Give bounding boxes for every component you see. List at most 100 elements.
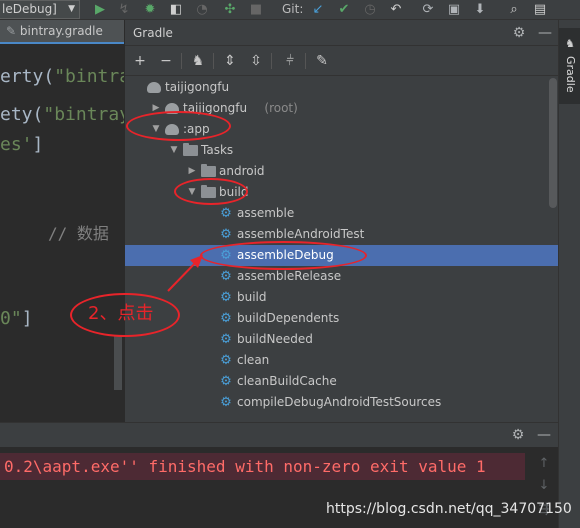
code-string: "bintray [43,104,131,125]
tree-row-label: buildDependents [237,311,340,325]
code-string: "bintra [54,66,131,87]
toolbar-separator [213,53,214,69]
tree-row-label: buildNeeded [237,332,313,346]
gradle-stripe-label: Gradle [564,56,577,93]
folder-icon [183,143,198,156]
tree-row-label: taijigongfu [165,80,230,94]
code-text: ] [21,308,33,329]
task-gear-icon: ⚙ [220,269,232,284]
code-line: ety("bintray [0,104,130,125]
remove-icon[interactable]: − [157,53,175,69]
history-icon[interactable]: ◷ [362,1,378,18]
toolbar-separator [271,53,272,69]
task-gear-icon: ⚙ [220,206,232,221]
gradle-scrollbar[interactable] [549,78,557,208]
tree-row[interactable]: ⚙ cleanBuildCache [125,371,559,392]
next-icon[interactable]: ↓ [536,477,552,495]
tree-row-suffix: (root) [264,101,298,115]
run-configuration-dropdown[interactable]: leDebug] ▼ [0,0,80,19]
editor-tab-label: bintray.gradle [19,24,103,38]
chevron-down-icon: ▼ [68,4,75,14]
code-line: 0"] [0,308,33,329]
git-commit-icon[interactable]: ✔ [336,1,352,18]
code-text: ] [32,134,44,155]
execute-task-icon[interactable]: ♞ [189,53,207,69]
tree-row[interactable]: ▶ android [125,161,559,182]
tree-row-label: cleanBuildCache [237,374,337,388]
run-configuration-label: leDebug] [2,2,57,16]
gear-icon[interactable]: ⚙ [510,426,526,444]
right-tool-stripe: ♞ Gradle [558,20,580,528]
tree-row-label: build [237,290,267,304]
tree-row[interactable]: taijigongfu [125,77,559,98]
chevron-down-icon[interactable]: ▼ [169,140,179,161]
annotation-circle-assembledebug [200,241,367,270]
avd-manager-icon[interactable]: ▣ [446,1,462,18]
tree-row-label: clean [237,353,270,367]
build-variants-icon[interactable]: ✣ [222,1,238,18]
code-comment: // 数据 [48,224,109,243]
tree-row[interactable]: ⚙ buildDependents [125,308,559,329]
task-gear-icon: ⚙ [220,227,232,242]
tree-row[interactable]: ⚙ compileDebugAndroidTestSources [125,392,559,413]
expand-all-icon[interactable]: ⇕ [221,53,239,69]
editor-tab[interactable]: ✎ bintray.gradle [0,20,124,44]
build-panel-header: ⚙ — [0,423,558,447]
coverage-icon[interactable]: ◧ [168,1,184,18]
gradle-elephant-icon [147,82,161,93]
gradle-tool-window-button[interactable]: ♞ Gradle [559,28,580,104]
tree-row[interactable]: ▼ Tasks [125,140,559,161]
run-icon[interactable]: ▶ [92,1,108,18]
code-line: erty("bintra [0,66,130,87]
rollback-icon[interactable]: ↶ [388,1,404,18]
annotation-circle-app [126,111,231,141]
sdk-manager-icon[interactable]: ⬇ [472,1,488,18]
search-icon[interactable]: ⌕ [506,1,522,18]
tree-row-label: compileDebugAndroidTestSources [237,395,442,409]
toolbar-separator [181,53,182,69]
stop-icon[interactable]: ■ [248,1,264,18]
task-gear-icon: ⚙ [220,374,232,389]
add-icon[interactable]: + [131,53,149,69]
task-gear-icon: ⚙ [220,332,232,347]
tree-row[interactable]: ⚙ assemble [125,203,559,224]
editor-scrollbar[interactable] [114,335,122,390]
git-label: Git: [282,2,304,16]
project-structure-icon[interactable]: ▤ [532,1,548,18]
task-gear-icon: ⚙ [220,311,232,326]
task-gear-icon: ⚙ [220,353,232,368]
task-gear-icon: ⚙ [220,290,232,305]
task-gear-icon: ⚙ [220,395,232,410]
annotation-circle-build [174,178,248,205]
tree-row[interactable]: ⚙ buildNeeded [125,329,559,350]
hide-icon[interactable]: — [537,24,553,42]
code-editor[interactable]: ✎ bintray.gradle erty("bintra ety("bintr… [0,20,130,420]
profile-icon[interactable]: ◔ [194,1,210,18]
build-error-message[interactable]: 0.2\aapt.exe'' finished with non-zero ex… [0,453,525,480]
code-string: es' [0,134,33,155]
collapse-all-icon[interactable]: ⇳ [247,53,265,69]
gradle-panel-title: Gradle [133,26,173,40]
watermark: https://blog.csdn.net/qq_34707150 [326,501,572,517]
attach-debugger-icon[interactable]: ↯ [116,1,132,18]
gradle-elephant-icon: ♞ [565,37,575,50]
tree-row[interactable]: ⚙ clean [125,350,559,371]
git-update-icon[interactable]: ↙ [310,1,326,18]
debug-icon[interactable]: ✹ [142,1,158,18]
tree-row-label: assemble [237,206,295,220]
toggle-offline-icon[interactable]: ⫩ [281,53,299,69]
settings-wrench-icon[interactable]: ✎ [313,53,331,69]
annotation-label: 2、点击 [88,303,154,324]
gradle-panel: Gradle ⚙ — + − ♞ ⇕ ⇳ ⫩ ✎ taijigongfu ▶ tai… [124,20,559,422]
hide-icon[interactable]: — [536,426,552,444]
previous-icon[interactable]: ↑ [536,455,552,473]
sync-gradle-icon[interactable]: ⟳ [420,1,436,18]
main-toolbar: leDebug] ▼ ▶ ↯ ✹ ◧ ◔ ✣ ■ Git: ↙ ✔ ◷ ↶ ⟳ … [0,0,580,20]
code-line: es'] [0,134,43,155]
toolbar-separator [305,53,306,69]
tree-row[interactable]: ⚙ assembleRelease [125,266,559,287]
tree-row[interactable]: ⚙ assembleAndroidTest [125,224,559,245]
code-string: 0" [0,308,22,329]
gear-icon[interactable]: ⚙ [511,24,527,42]
tree-row[interactable]: ⚙ build [125,287,559,308]
